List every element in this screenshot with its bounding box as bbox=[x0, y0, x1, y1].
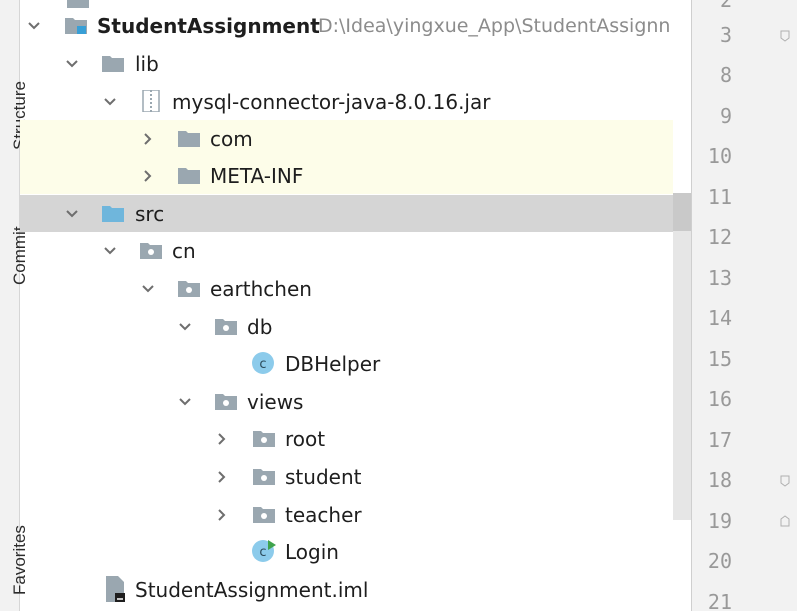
module-folder-icon bbox=[65, 18, 87, 34]
tree-item-label: StudentAssignment bbox=[97, 13, 320, 38]
line-number: 9 bbox=[719, 104, 732, 128]
chevron-down-icon[interactable] bbox=[65, 57, 79, 71]
folder-icon bbox=[178, 131, 200, 147]
package-folder-icon bbox=[178, 281, 200, 297]
tree-row-earthchen[interactable]: earthchen bbox=[20, 270, 673, 307]
fold-marker-icon[interactable] bbox=[780, 30, 790, 42]
svg-text:c: c bbox=[259, 357, 266, 372]
tree-item-label: cn bbox=[172, 238, 196, 263]
tree-item-label: DBHelper bbox=[285, 351, 381, 376]
scrollbar-thumb[interactable] bbox=[673, 193, 691, 231]
scrollbar-track-band bbox=[673, 193, 691, 520]
line-number: 14 bbox=[707, 306, 732, 330]
line-number: 3 bbox=[719, 23, 732, 47]
package-folder-icon bbox=[253, 431, 275, 447]
line-number: 17 bbox=[707, 428, 732, 452]
jar-icon bbox=[142, 90, 160, 112]
line-number: 20 bbox=[707, 549, 732, 573]
line-number: 8 bbox=[719, 63, 732, 87]
tree-row-teacher[interactable]: teacher bbox=[20, 496, 673, 533]
chevron-down-icon[interactable] bbox=[103, 244, 117, 258]
tree-item-label: StudentAssignment.iml bbox=[135, 577, 369, 602]
tree-row-cn[interactable]: cn bbox=[20, 232, 673, 269]
tree-row-login[interactable]: c Login bbox=[20, 533, 673, 570]
package-folder-icon bbox=[253, 469, 275, 485]
java-class-icon: c bbox=[252, 352, 274, 374]
tree-item-label: com bbox=[210, 126, 253, 151]
package-folder-icon bbox=[215, 319, 237, 335]
tree-row-student[interactable]: student bbox=[20, 458, 673, 495]
folder-icon bbox=[102, 56, 124, 72]
tree-row-iml[interactable]: StudentAssignment.iml bbox=[20, 571, 673, 608]
module-path: D:\Idea\yingxue_App\StudentAssignn bbox=[318, 14, 671, 37]
tree-row-views[interactable]: views bbox=[20, 383, 673, 420]
chevron-down-icon[interactable] bbox=[103, 95, 117, 109]
chevron-down-icon[interactable] bbox=[178, 320, 192, 334]
line-number: 2 bbox=[719, 0, 732, 12]
chevron-down-icon[interactable] bbox=[65, 207, 79, 221]
tree-row-module-root[interactable]: StudentAssignment D:\Idea\yingxue_App\St… bbox=[20, 7, 673, 44]
tree-item-label: mysql-connector-java-8.0.16.jar bbox=[172, 89, 491, 114]
project-tree: StudentAssignment D:\Idea\yingxue_App\St… bbox=[20, 0, 673, 611]
chevron-right-icon[interactable] bbox=[141, 169, 155, 183]
line-number: 13 bbox=[707, 266, 732, 290]
tree-row-partial bbox=[20, 0, 673, 8]
package-folder-icon bbox=[140, 243, 162, 259]
line-number: 19 bbox=[707, 509, 732, 533]
tree-row-dbhelper[interactable]: c DBHelper bbox=[20, 345, 673, 382]
tree-row-root[interactable]: root bbox=[20, 420, 673, 457]
line-number: 10 bbox=[707, 144, 732, 168]
chevron-right-icon[interactable] bbox=[215, 470, 229, 484]
svg-text:c: c bbox=[259, 545, 266, 560]
line-number: 12 bbox=[707, 225, 732, 249]
tree-row-db[interactable]: db bbox=[20, 308, 673, 345]
tree-row-src[interactable]: src bbox=[20, 195, 673, 232]
tree-item-label: earthchen bbox=[210, 276, 312, 301]
source-folder-icon bbox=[102, 206, 124, 222]
line-number: 21 bbox=[707, 590, 732, 614]
tree-item-label: root bbox=[285, 426, 326, 451]
line-number: 15 bbox=[707, 347, 732, 371]
chevron-right-icon[interactable] bbox=[215, 432, 229, 446]
tree-item-label: teacher bbox=[285, 502, 362, 527]
tree-row-jar[interactable]: mysql-connector-java-8.0.16.jar bbox=[20, 83, 673, 120]
folder-icon bbox=[178, 168, 200, 184]
fold-marker-icon[interactable] bbox=[780, 515, 790, 527]
tree-item-label: META-INF bbox=[210, 163, 304, 188]
fold-marker-icon[interactable] bbox=[780, 475, 790, 487]
tree-row-com[interactable]: com bbox=[20, 120, 673, 157]
chevron-down-icon[interactable] bbox=[178, 395, 192, 409]
tree-item-label: Login bbox=[285, 539, 339, 564]
chevron-down-icon[interactable] bbox=[27, 19, 41, 33]
java-class-runnable-icon: c bbox=[252, 540, 276, 562]
line-number: 11 bbox=[707, 185, 732, 209]
tree-item-label: db bbox=[247, 314, 273, 339]
tool-window-strip: Structure Commit Favorites bbox=[0, 0, 29, 611]
chevron-right-icon[interactable] bbox=[141, 132, 155, 146]
iml-file-icon bbox=[106, 576, 125, 602]
tree-item-label: student bbox=[285, 464, 362, 489]
tree-row-meta-inf[interactable]: META-INF bbox=[20, 157, 673, 194]
tree-item-label: src bbox=[135, 201, 165, 226]
chevron-right-icon[interactable] bbox=[215, 508, 229, 522]
editor-gutter: 2 3 8 9 10 11 12 13 14 15 16 17 18 19 20… bbox=[691, 0, 797, 614]
chevron-down-icon[interactable] bbox=[141, 282, 155, 296]
line-number: 18 bbox=[707, 468, 732, 492]
package-folder-icon bbox=[215, 394, 237, 410]
line-number: 16 bbox=[707, 387, 732, 411]
tree-item-label: lib bbox=[135, 51, 159, 76]
package-folder-icon bbox=[253, 507, 275, 523]
tree-row-lib[interactable]: lib bbox=[20, 45, 673, 82]
tree-item-label: views bbox=[247, 389, 304, 414]
